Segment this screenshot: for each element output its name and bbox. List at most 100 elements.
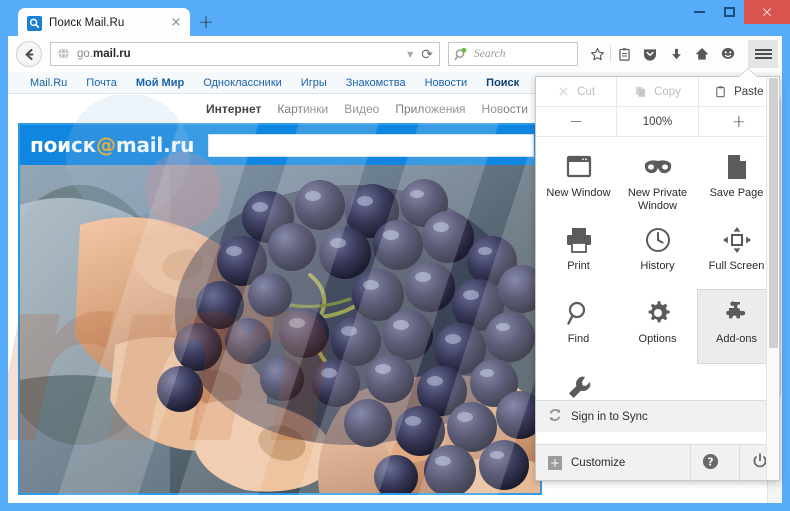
tab-kartinki[interactable]: Картинки [277,102,328,116]
sync-icon [548,408,562,425]
menu-item-add-ons[interactable]: Add-ons [697,289,776,364]
search-input-placeholder[interactable]: Search [474,48,506,60]
menu-pointer-arrow [739,69,757,77]
tab-title: Поиск Mail.Ru [49,17,125,29]
menu-item-label: New Window [546,187,611,199]
puzzle-icon [724,298,750,328]
menu-item-new-window[interactable]: New Window [539,143,618,216]
customize-label[interactable]: Customize [571,457,625,469]
poisk-mailru-logo[interactable]: поиск@mail.ru [30,133,194,157]
menu-item-label: Options [638,333,677,345]
wrench-icon [566,373,592,403]
menu-item-save-page[interactable]: Save Page [697,143,776,216]
zoom-level-button[interactable]: 100% [617,107,699,136]
menu-scrollbar[interactable] [766,77,779,480]
search-hero-panel: поиск@mail.ru [18,123,542,495]
back-arrow-icon [24,48,34,60]
url-bar[interactable]: go.mail.ru ▼ ⟳ [50,42,440,66]
fullscreen-icon [722,225,751,255]
help-icon: ? [702,453,719,473]
search-provider-icon [454,47,469,62]
nav-link-novosti[interactable]: Новости [425,77,468,89]
menu-item-label: Print [567,260,590,272]
menu-copy-button[interactable]: Copy [617,77,699,106]
hands-holding-grapes-photo [20,165,540,493]
menu-item-new-private-window[interactable]: New Private Window [618,143,697,216]
nav-link-odnoklassniki[interactable]: Одноклассники [203,77,282,89]
page-icon [726,152,748,182]
menu-item-full-screen[interactable]: Full Screen [697,216,776,289]
window-controls: × [684,0,790,26]
tab-prilozheniya[interactable]: Приложения [395,102,465,116]
clock-icon [645,225,671,255]
maximize-button[interactable] [714,0,744,24]
menu-sign-in-to-sync[interactable]: Sign in to Sync [536,400,779,432]
zoom-out-button[interactable]: − [536,107,618,136]
bookmark-star-icon[interactable] [584,42,610,66]
search-header-bar: поиск@mail.ru [20,125,540,165]
browser-tab-active[interactable]: Поиск Mail.Ru × [18,8,190,38]
toolbar-icons [584,42,741,66]
menu-item-history[interactable]: History [618,216,697,289]
nav-link-moy-mir[interactable]: Мой Мир [136,77,184,89]
minimize-button[interactable] [684,0,714,24]
globe-icon [57,47,71,61]
menu-item-print[interactable]: Print [539,216,618,289]
navigation-toolbar: go.mail.ru ▼ ⟳ Search [8,36,782,72]
menu-scrollbar-thumb[interactable] [769,78,778,348]
svg-text:?: ? [707,456,713,468]
magnifier-icon [566,298,592,328]
menu-cut-button[interactable]: Cut [536,77,618,106]
url-text: go.mail.ru [77,48,131,60]
mask-icon [643,152,673,182]
close-button[interactable]: × [744,0,790,24]
menu-zoom-row: − 100% + [536,107,779,137]
tab-video[interactable]: Видео [344,102,379,116]
hamburger-menu-button[interactable] [748,40,778,68]
menu-item-label: Full Screen [708,260,765,272]
menu-cut-label: Cut [577,85,596,98]
page-search-input[interactable] [208,133,534,157]
copy-icon [634,85,647,98]
menu-item-options[interactable]: Options [618,289,697,362]
sidebar-icon[interactable] [611,42,637,66]
plus-icon[interactable]: + [548,455,562,470]
menu-items-grid: New Window New Private Window Save Page … [536,137,779,437]
title-bar: Поиск Mail.Ru × + × [0,0,790,38]
home-icon[interactable] [689,42,715,66]
gear-icon [645,298,671,328]
new-window-icon [566,152,592,182]
tab-close-icon[interactable]: × [168,15,184,31]
sync-label: Sign in to Sync [571,410,648,423]
pocket-icon[interactable] [637,42,663,66]
tab-internet[interactable]: Интернет [206,102,261,116]
help-button[interactable]: ? [690,444,730,481]
scissors-icon [557,85,570,98]
menu-item-label: Save Page [709,187,764,199]
menu-edit-row: Cut Copy Paste [536,77,779,107]
nav-link-igry[interactable]: Игры [301,77,327,89]
zoom-in-label: + [731,111,746,132]
nav-link-mailru[interactable]: Mail.Ru [30,77,67,89]
url-dropdown-icon[interactable]: ▼ [407,50,413,59]
nav-link-pochta[interactable]: Почта [86,77,117,89]
menu-item-label: History [640,260,675,272]
back-button[interactable] [16,41,42,67]
search-favicon-icon [27,15,42,31]
menu-item-label: Find [567,333,590,345]
tab-novosti[interactable]: Новости [482,102,528,116]
menu-paste-label: Paste [734,85,764,98]
menu-item-label: Add-ons [716,333,757,345]
menu-copy-label: Copy [654,85,681,98]
menu-footer-row: + Customize ? [536,444,779,481]
browser-window: Поиск Mail.Ru × + × go.mail.ru ▼ ⟳ Searc… [0,0,790,511]
nav-link-znakomstva[interactable]: Знакомства [346,77,406,89]
downloads-icon[interactable] [663,42,689,66]
menu-item-find[interactable]: Find [539,289,618,362]
reload-button[interactable]: ⟳ [421,46,435,63]
toolbar-search-box[interactable]: Search [448,42,578,66]
nav-link-poisk[interactable]: Поиск [486,77,519,89]
zoom-out-label: − [569,111,584,132]
chat-icon[interactable] [715,42,741,66]
new-tab-button[interactable]: + [196,13,216,33]
